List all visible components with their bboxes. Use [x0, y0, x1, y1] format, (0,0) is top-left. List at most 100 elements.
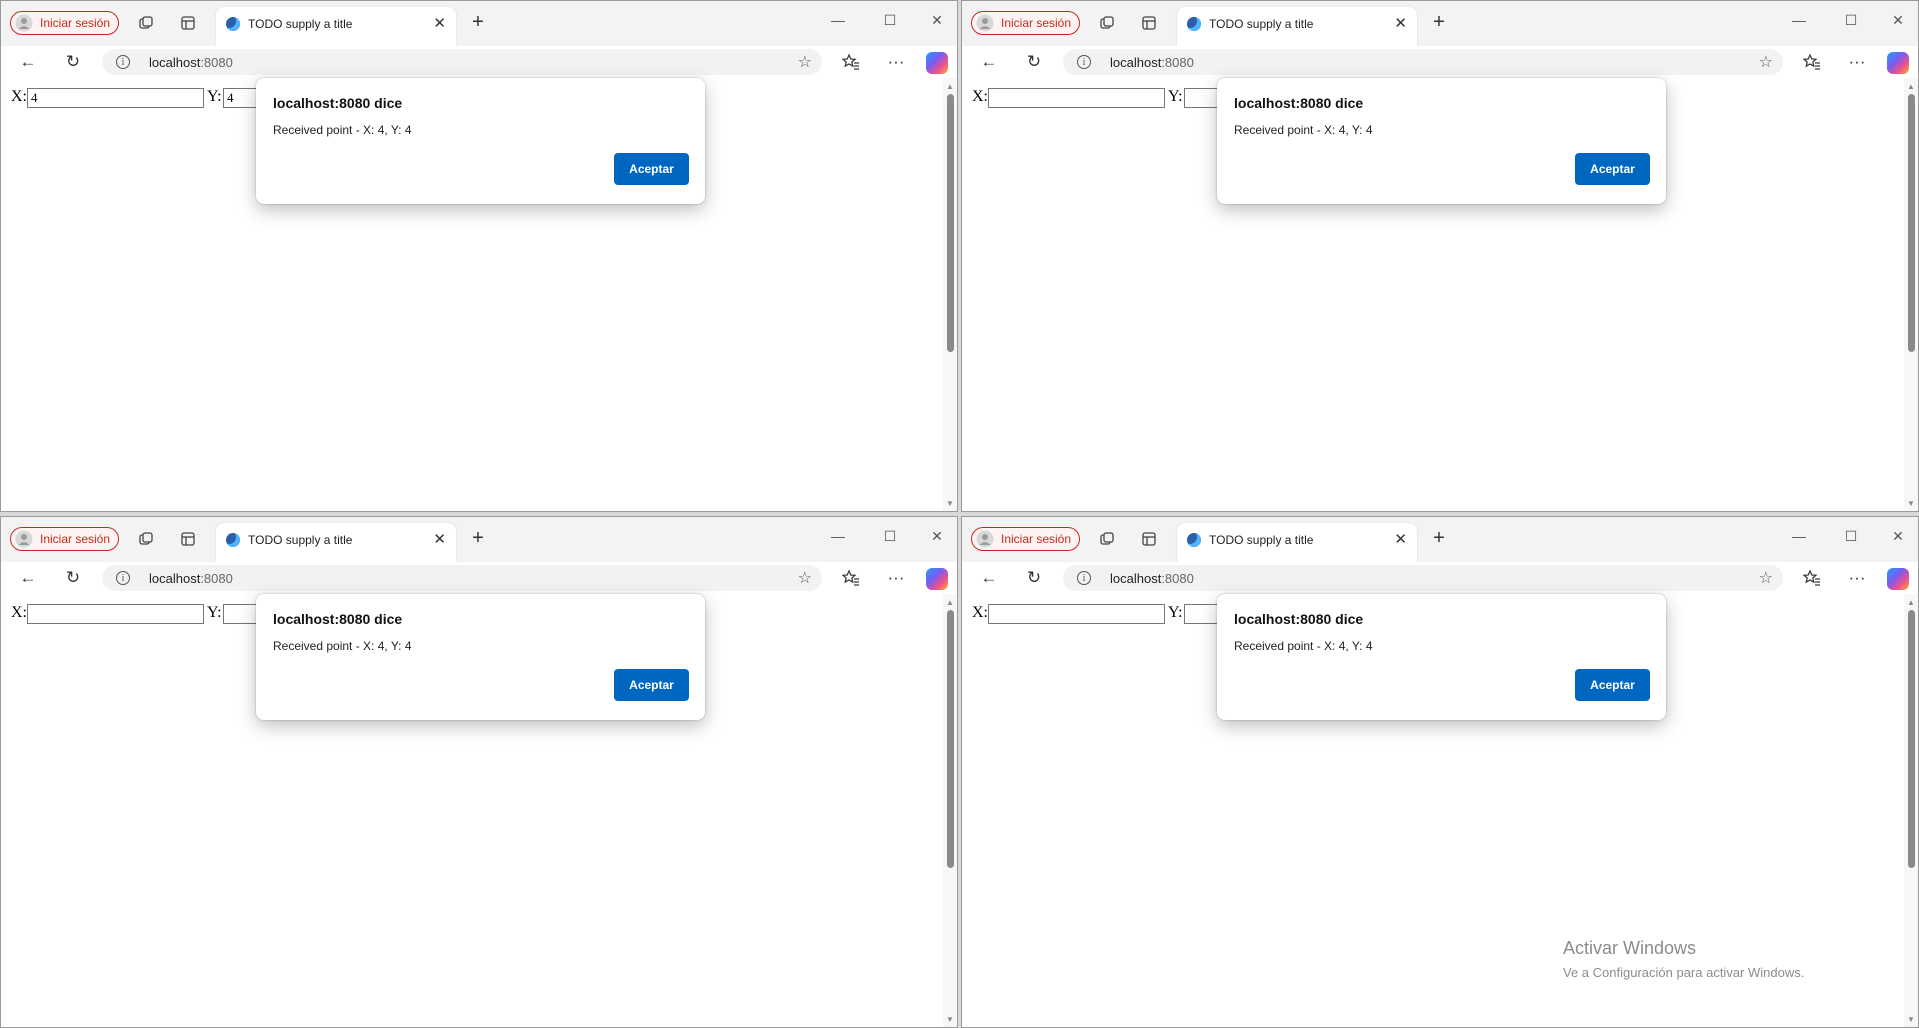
tab-actions-icon[interactable] — [1139, 13, 1159, 33]
favorites-icon[interactable] — [839, 567, 863, 589]
copilot-icon[interactable] — [926, 52, 948, 74]
minimize-icon[interactable]: — — [1785, 525, 1813, 547]
scroll-thumb[interactable] — [947, 94, 954, 352]
back-arrow-icon[interactable]: ← — [16, 51, 40, 73]
back-arrow-icon[interactable]: ← — [977, 51, 1001, 73]
scroll-up-icon[interactable]: ▲ — [943, 80, 957, 92]
info-icon[interactable]: i — [1077, 571, 1091, 585]
info-icon[interactable]: i — [116, 571, 130, 585]
copilot-icon[interactable] — [926, 568, 948, 590]
close-icon[interactable]: ✕ — [433, 14, 446, 32]
refresh-icon[interactable]: ↻ — [61, 567, 85, 589]
favorite-star-icon[interactable]: ☆ — [798, 52, 812, 72]
workspaces-icon[interactable] — [136, 13, 156, 33]
copilot-icon[interactable] — [1887, 568, 1909, 590]
dialog-message: Received point - X: 4, Y: 4 — [273, 639, 412, 653]
scroll-down-icon[interactable]: ▼ — [943, 497, 957, 509]
tab-actions-icon[interactable] — [1139, 529, 1159, 549]
dialog-title: localhost:8080 dice — [273, 611, 403, 627]
workspaces-icon[interactable] — [1097, 13, 1117, 33]
close-icon[interactable]: ✕ — [1394, 14, 1407, 32]
scroll-up-icon[interactable]: ▲ — [943, 596, 957, 608]
scroll-down-icon[interactable]: ▼ — [1904, 497, 1918, 509]
minimize-icon[interactable]: — — [824, 525, 852, 547]
active-tab[interactable]: TODO supply a title ✕ — [1177, 7, 1417, 46]
address-bar[interactable]: i localhost:8080 ☆ — [102, 49, 822, 75]
scroll-thumb[interactable] — [1908, 94, 1915, 352]
tab-actions-icon[interactable] — [178, 13, 198, 33]
window-close-icon[interactable]: ✕ — [923, 525, 951, 547]
x-input[interactable] — [27, 604, 204, 624]
x-input[interactable] — [27, 88, 204, 108]
back-arrow-icon[interactable]: ← — [16, 567, 40, 589]
favorite-star-icon[interactable]: ☆ — [1759, 52, 1773, 72]
x-input[interactable] — [988, 88, 1165, 108]
more-menu-icon[interactable]: ··· — [1845, 51, 1869, 73]
maximize-icon[interactable]: ☐ — [1837, 9, 1865, 31]
more-menu-icon[interactable]: ··· — [884, 567, 908, 589]
refresh-icon[interactable]: ↻ — [61, 51, 85, 73]
info-icon[interactable]: i — [1077, 55, 1091, 69]
workspaces-icon[interactable] — [136, 529, 156, 549]
window-close-icon[interactable]: ✕ — [1884, 525, 1912, 547]
y-label: Y: — [207, 88, 222, 105]
x-input[interactable] — [988, 604, 1165, 624]
more-menu-icon[interactable]: ··· — [1845, 567, 1869, 589]
signin-button[interactable]: Iniciar sesión — [10, 527, 119, 551]
address-bar[interactable]: i localhost:8080 ☆ — [1063, 565, 1783, 591]
copilot-icon[interactable] — [1887, 52, 1909, 74]
tab-actions-icon[interactable] — [178, 529, 198, 549]
signin-button[interactable]: Iniciar sesión — [971, 11, 1080, 35]
window-close-icon[interactable]: ✕ — [1884, 9, 1912, 31]
minimize-icon[interactable]: — — [824, 9, 852, 31]
scroll-down-icon[interactable]: ▼ — [1904, 1013, 1918, 1025]
refresh-icon[interactable]: ↻ — [1022, 567, 1046, 589]
signin-button[interactable]: Iniciar sesión — [10, 11, 119, 35]
favorites-icon[interactable] — [1800, 567, 1824, 589]
tab-title: TODO supply a title — [248, 533, 353, 547]
scrollbar[interactable]: ▲ ▼ — [1904, 594, 1918, 1027]
address-bar[interactable]: i localhost:8080 ☆ — [102, 565, 822, 591]
plus-icon[interactable]: + — [467, 527, 489, 549]
active-tab[interactable]: TODO supply a title ✕ — [216, 523, 456, 562]
window-close-icon[interactable]: ✕ — [923, 9, 951, 31]
favorites-icon[interactable] — [1800, 51, 1824, 73]
watermark-title: Activar Windows — [1563, 938, 1697, 958]
favorite-star-icon[interactable]: ☆ — [798, 568, 812, 588]
scroll-down-icon[interactable]: ▼ — [943, 1013, 957, 1025]
ok-button[interactable]: Aceptar — [1575, 153, 1650, 185]
favorites-icon[interactable] — [839, 51, 863, 73]
more-menu-icon[interactable]: ··· — [884, 51, 908, 73]
browser-window-1: Iniciar sesión TODO supply a title ✕ + —… — [0, 0, 958, 512]
maximize-icon[interactable]: ☐ — [1837, 525, 1865, 547]
minimize-icon[interactable]: — — [1785, 9, 1813, 31]
scrollbar[interactable]: ▲ ▼ — [1904, 78, 1918, 511]
active-tab[interactable]: TODO supply a title ✕ — [216, 7, 456, 46]
close-icon[interactable]: ✕ — [1394, 530, 1407, 548]
info-icon[interactable]: i — [116, 55, 130, 69]
scrollbar[interactable]: ▲ ▼ — [943, 78, 957, 511]
plus-icon[interactable]: + — [1428, 527, 1450, 549]
back-arrow-icon[interactable]: ← — [977, 567, 1001, 589]
address-bar[interactable]: i localhost:8080 ☆ — [1063, 49, 1783, 75]
favorite-star-icon[interactable]: ☆ — [1759, 568, 1773, 588]
workspaces-icon[interactable] — [1097, 529, 1117, 549]
scroll-up-icon[interactable]: ▲ — [1904, 596, 1918, 608]
y-label: Y: — [1168, 604, 1183, 621]
ok-button[interactable]: Aceptar — [614, 153, 689, 185]
url-text: localhost:8080 — [149, 55, 233, 70]
scroll-thumb[interactable] — [947, 610, 954, 868]
ok-button[interactable]: Aceptar — [1575, 669, 1650, 701]
refresh-icon[interactable]: ↻ — [1022, 51, 1046, 73]
active-tab[interactable]: TODO supply a title ✕ — [1177, 523, 1417, 562]
ok-button[interactable]: Aceptar — [614, 669, 689, 701]
plus-icon[interactable]: + — [467, 11, 489, 33]
scrollbar[interactable]: ▲ ▼ — [943, 594, 957, 1027]
maximize-icon[interactable]: ☐ — [876, 9, 904, 31]
close-icon[interactable]: ✕ — [433, 530, 446, 548]
signin-button[interactable]: Iniciar sesión — [971, 527, 1080, 551]
plus-icon[interactable]: + — [1428, 11, 1450, 33]
scroll-thumb[interactable] — [1908, 610, 1915, 868]
maximize-icon[interactable]: ☐ — [876, 525, 904, 547]
scroll-up-icon[interactable]: ▲ — [1904, 80, 1918, 92]
